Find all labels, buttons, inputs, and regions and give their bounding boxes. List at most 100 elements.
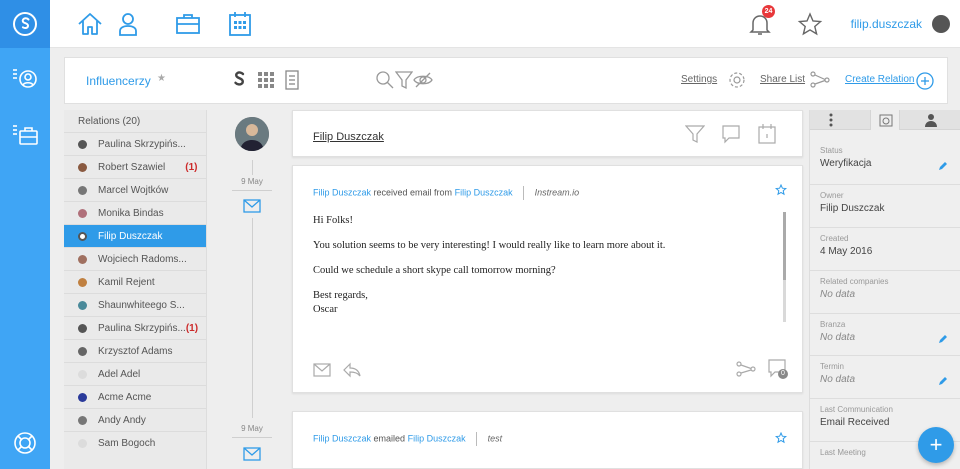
calendar-icon[interactable] — [226, 10, 254, 38]
email-marker-icon[interactable] — [243, 447, 261, 461]
favorite-star-icon[interactable]: ★ — [157, 73, 166, 84]
notification-badge: 24 — [762, 5, 775, 18]
share-icon[interactable] — [810, 70, 830, 90]
help-lifebuoy-icon[interactable] — [12, 430, 38, 456]
details-tabs — [810, 110, 960, 130]
add-circle-icon[interactable] — [916, 72, 934, 90]
add-fab-button[interactable]: + — [918, 427, 954, 463]
filter-icon[interactable] — [395, 70, 413, 90]
avatar — [78, 300, 87, 310]
edit-status-pencil-icon[interactable] — [938, 161, 948, 171]
create-relation-link[interactable]: Create Relation — [845, 74, 914, 85]
list-item[interactable]: Acme Acme — [64, 385, 206, 408]
sender-link[interactable]: Filip Duszczak — [313, 433, 371, 443]
username-link[interactable]: filip.duszczak — [851, 17, 922, 31]
user-icon[interactable] — [114, 10, 142, 38]
avatar — [78, 346, 87, 356]
created-value: 4 May 2016 — [820, 246, 873, 257]
list-item[interactable]: Wojciech Radoms... — [64, 247, 206, 270]
edit-termin-pencil-icon[interactable] — [938, 376, 948, 386]
list-item[interactable]: Paulina Skrzypińs... — [64, 132, 206, 155]
divider — [810, 398, 960, 399]
list-name[interactable]: Influencerzy — [86, 74, 151, 88]
list-item[interactable]: Andy Andy — [64, 408, 206, 431]
avatar — [78, 208, 87, 218]
card-view-icon[interactable] — [285, 70, 299, 90]
timeline-divider — [232, 437, 272, 438]
contact-avatar — [235, 117, 269, 151]
avatar — [78, 162, 87, 172]
email-meta: Filip Duszczak emailed Filip Duszczak te… — [313, 432, 502, 446]
owner-field: Owner Filip Duszczak — [820, 191, 955, 214]
grid-view-icon[interactable] — [257, 71, 275, 89]
list-item[interactable]: Krzysztof Adams — [64, 339, 206, 362]
star-icon[interactable] — [775, 432, 787, 444]
edit-branza-pencil-icon[interactable] — [938, 334, 948, 344]
home-icon[interactable] — [76, 10, 104, 38]
divider — [810, 227, 960, 228]
list-item[interactable]: Adel Adel — [64, 362, 206, 385]
tab-calendar[interactable] — [870, 110, 900, 130]
list-item[interactable]: Shaunwhiteego S... — [64, 293, 206, 316]
email-paragraph: You solution seems to be very interestin… — [313, 240, 666, 251]
meta-separator — [523, 186, 525, 200]
filter-icon[interactable] — [685, 124, 705, 144]
tab-more-options-icon[interactable] — [828, 113, 834, 127]
email-action: emailed — [373, 433, 406, 444]
calendar-event-icon[interactable] — [757, 123, 777, 145]
list-item[interactable]: Paulina Skrzypińs... (1) — [64, 316, 206, 339]
briefcase-icon[interactable] — [174, 10, 202, 38]
sender-link[interactable]: Filip Duszczak — [313, 187, 371, 197]
reply-email-icon[interactable] — [313, 363, 331, 377]
branza-value: No data — [820, 332, 856, 343]
contacts-list-icon[interactable] — [12, 66, 38, 92]
relations-header: Relations (20) — [78, 116, 141, 127]
related-companies-field: Related companies No data — [820, 277, 955, 300]
contact-name-link[interactable]: Filip Duszczak — [313, 131, 384, 143]
user-avatar[interactable] — [932, 15, 950, 33]
contact-header-card: Filip Duszczak — [292, 110, 803, 157]
avatar — [78, 392, 87, 402]
divider — [810, 355, 960, 356]
termin-value: No data — [820, 374, 856, 385]
email-activity-card: Filip Duszczak received email from Filip… — [292, 165, 803, 393]
avatar — [78, 185, 87, 195]
star-icon[interactable] — [775, 184, 787, 196]
timeline-divider — [232, 190, 272, 191]
email-paragraph: Could we schedule a short skype call tom… — [313, 265, 556, 276]
share-icon[interactable] — [736, 360, 756, 378]
divider — [810, 313, 960, 314]
recipient-link[interactable]: Filip Duszczak — [455, 187, 513, 197]
reply-arrow-icon[interactable] — [343, 362, 361, 378]
share-list-link[interactable]: Share List — [760, 74, 805, 85]
avatar — [78, 231, 87, 241]
list-item[interactable]: Monika Bindas — [64, 201, 206, 224]
recipient-link[interactable]: Filip Duszczak — [408, 433, 466, 443]
hide-eye-icon[interactable] — [413, 70, 433, 90]
avatar — [78, 438, 87, 448]
avatar — [78, 254, 87, 264]
email-body: Hi Folks! You solution seems to be very … — [313, 214, 783, 317]
status-field: Status Weryfikacja — [820, 146, 955, 169]
email-activity-card: Filip Duszczak emailed Filip Duszczak te… — [292, 411, 803, 469]
details-panel: Status Weryfikacja Owner Filip Duszczak … — [809, 110, 960, 469]
list-item[interactable]: Robert Szawiel (1) — [64, 155, 206, 178]
logo-view-icon[interactable] — [231, 70, 247, 90]
app-logo-icon[interactable] — [0, 0, 50, 48]
deals-list-icon[interactable] — [12, 122, 38, 148]
avatar — [78, 323, 87, 333]
list-item[interactable]: Kamil Rejent — [64, 270, 206, 293]
settings-link[interactable]: Settings — [681, 74, 717, 85]
list-item[interactable]: Sam Bogoch — [64, 431, 206, 454]
comment-icon[interactable] — [721, 124, 741, 144]
email-scrollbar-thumb[interactable] — [783, 212, 786, 280]
email-subject: test — [487, 433, 503, 444]
tab-person-icon[interactable] — [924, 113, 938, 127]
star-icon[interactable] — [796, 10, 824, 38]
list-item[interactable]: Marcel Wojtków — [64, 178, 206, 201]
meta-separator — [476, 432, 478, 446]
list-item-selected[interactable]: Filip Duszczak — [64, 224, 206, 247]
settings-gear-icon[interactable] — [727, 70, 747, 90]
search-icon[interactable] — [375, 70, 395, 90]
email-marker-icon[interactable] — [243, 199, 261, 213]
